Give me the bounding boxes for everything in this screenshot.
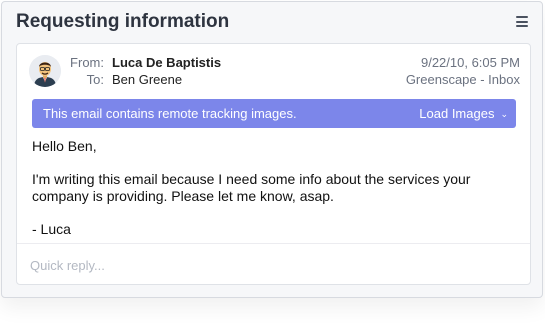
quick-reply-input[interactable] [17,244,530,284]
email-card: From: Luca De Baptistis To: Ben Greene 9… [16,43,531,285]
email-window: Requesting information From: Luca De Bap… [1,1,543,298]
email-folder[interactable]: Greenscape - Inbox [406,72,520,87]
body-greeting: Hello Ben, [32,138,97,154]
hamburger-menu-icon[interactable] [516,16,528,27]
tracking-images-banner: This email contains remote tracking imag… [32,99,516,128]
to-label: To: [86,72,104,87]
body-signoff: - Luca [32,221,71,237]
banner-text: This email contains remote tracking imag… [43,106,297,121]
to-name[interactable]: Ben Greene [112,72,182,87]
load-images-label: Load Images [419,106,495,121]
window-title: Requesting information [16,11,230,32]
chevron-down-icon: ⌄ [500,109,508,119]
email-date: 9/22/10, 6:05 PM [420,55,520,70]
load-images-button[interactable]: Load Images ⌄ [419,106,508,121]
from-label: From: [70,55,104,70]
email-body: Hello Ben, I'm writing this email becaus… [32,138,502,254]
user-avatar-icon [29,55,61,87]
from-name[interactable]: Luca De Baptistis [112,55,221,70]
body-paragraph: I'm writing this email because I need so… [32,171,471,204]
